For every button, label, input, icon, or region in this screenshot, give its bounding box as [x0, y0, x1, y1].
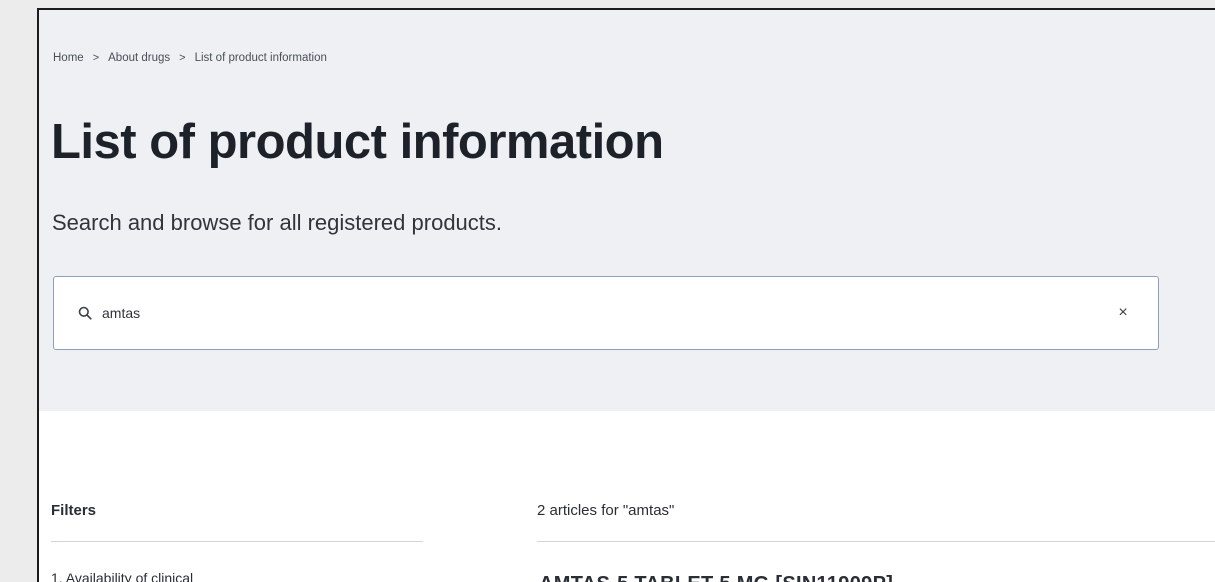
- results-count: 2 articles for "amtas": [537, 502, 675, 519]
- page-subtitle: Search and browse for all registered pro…: [52, 210, 503, 235]
- filters-heading: Filters: [51, 502, 97, 519]
- search-box[interactable]: ×: [53, 276, 1159, 350]
- close-icon[interactable]: ×: [1114, 302, 1132, 324]
- filters-divider: [51, 541, 423, 542]
- result-item-title[interactable]: AMTAS-5 TABLET 5 MG [SIN11909P]: [539, 573, 893, 582]
- search-input[interactable]: [102, 298, 1002, 328]
- hero-section: Home > About drugs > List of product inf…: [39, 10, 1215, 411]
- browser-viewport: Home > About drugs > List of product inf…: [37, 8, 1215, 582]
- filter-item-clinical-availability[interactable]: 1. Availability of clinical: [51, 570, 193, 582]
- breadcrumb-separator-icon: >: [92, 52, 100, 64]
- breadcrumb-current: List of product information: [194, 52, 327, 64]
- breadcrumb-separator-icon: >: [179, 52, 186, 64]
- breadcrumb-home[interactable]: Home: [53, 52, 84, 64]
- breadcrumb: Home > About drugs > List of product inf…: [53, 52, 327, 64]
- page-title: List of product information: [51, 115, 664, 169]
- breadcrumb-about-drugs[interactable]: About drugs: [108, 52, 170, 64]
- search-icon: [76, 304, 94, 322]
- results-divider: [537, 541, 1215, 542]
